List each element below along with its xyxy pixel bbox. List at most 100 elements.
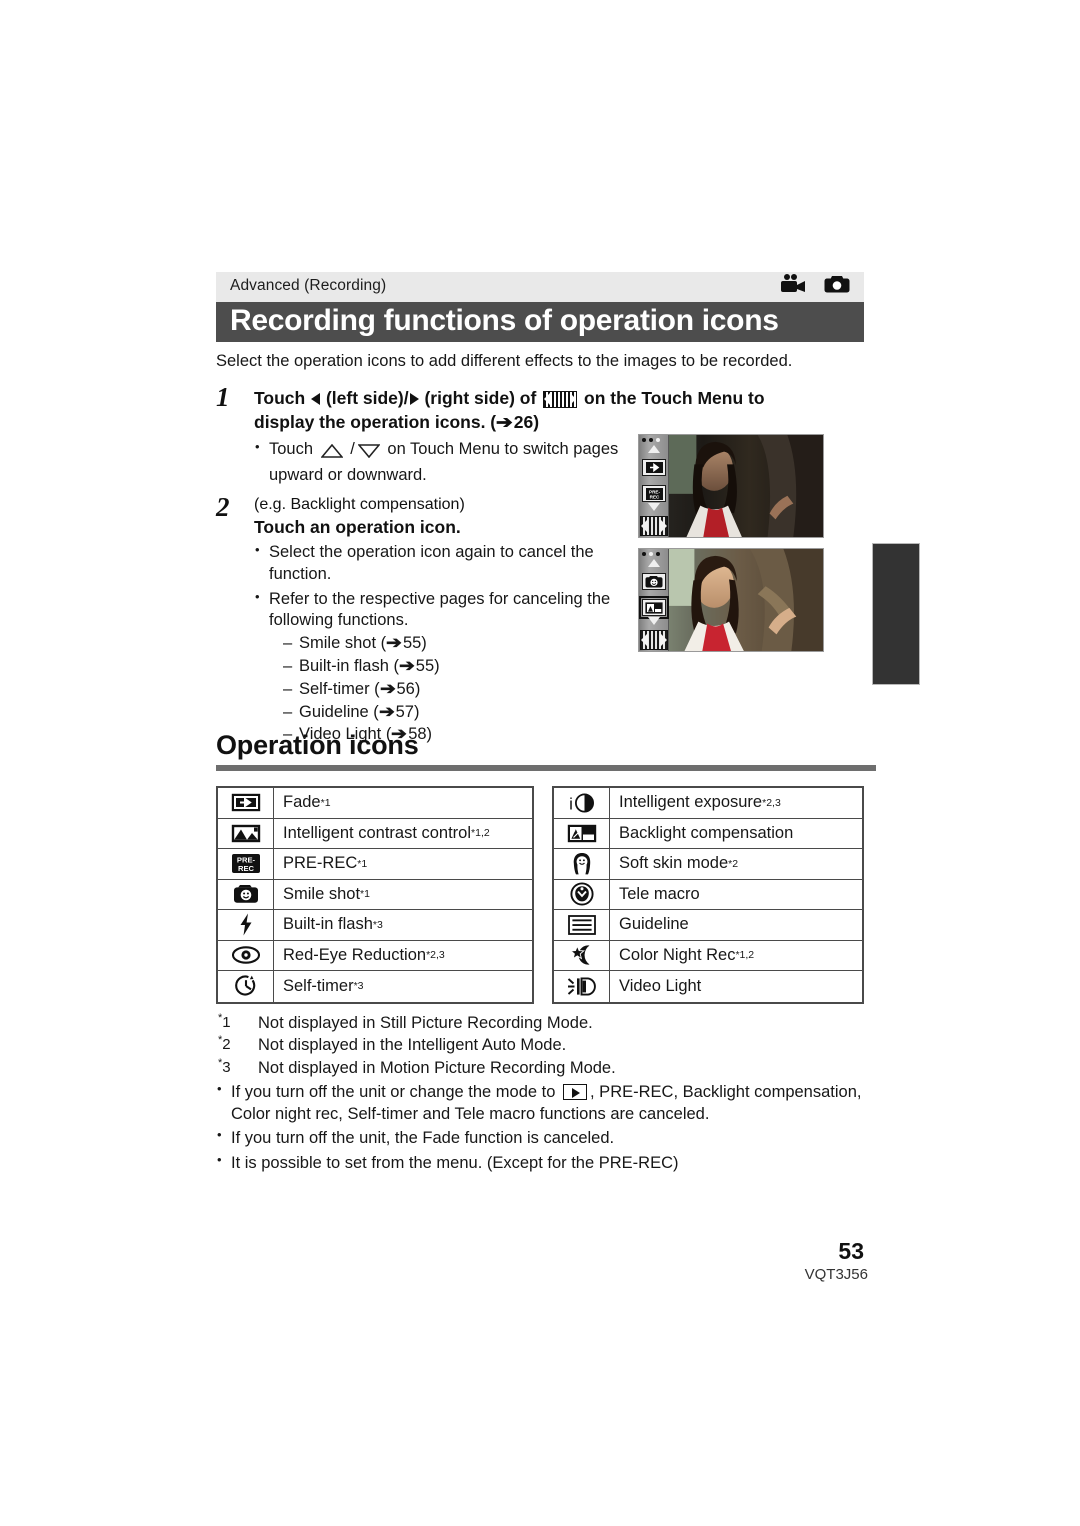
fade-icon xyxy=(218,788,274,818)
section-heading-block: Operation icons xyxy=(216,730,876,771)
step-2: 2 (e.g. Backlight compensation) Touch an… xyxy=(216,492,636,746)
bullet-text-post: on Touch Menu to switch pages xyxy=(387,440,619,459)
list-item: Guideline (➔57) xyxy=(269,702,636,724)
table-row: Guideline xyxy=(554,910,862,941)
touch-menu-screen-2 xyxy=(638,548,824,652)
bullet-text-pre: Touch xyxy=(269,440,314,459)
step-2-heading: Touch an operation icon. xyxy=(254,517,461,537)
chapter-bar: Advanced (Recording) xyxy=(216,272,864,302)
list-item: Built-in flash (➔55) xyxy=(269,656,636,678)
label-text: Tele macro xyxy=(619,884,700,903)
step-1-head-right: (right side) of xyxy=(424,388,537,408)
label-text: Red-Eye Reduction xyxy=(283,945,427,964)
step-2-subtitle: (e.g. Backlight compensation) xyxy=(254,496,465,513)
document-code: VQT3J56 xyxy=(804,1266,868,1283)
table-cell-label: Smile shot *1 xyxy=(283,884,370,903)
step-1-head-pre: Touch xyxy=(254,388,306,408)
intelligent-contrast-icon xyxy=(218,818,274,848)
page-dots xyxy=(642,438,660,442)
label-text: Self-timer xyxy=(283,976,354,995)
page-dot-active xyxy=(656,438,660,442)
smile-shot-icon xyxy=(645,576,663,588)
table-row: Backlight compensation xyxy=(554,818,862,849)
page-ref-arrow-icon: ➔ xyxy=(398,656,415,675)
touch-menu-panel[interactable] xyxy=(639,549,669,651)
tele-macro-icon xyxy=(554,879,610,909)
note-bullet: It is possible to set from the menu. (Ex… xyxy=(216,1152,896,1174)
self-timer-icon xyxy=(218,971,274,1002)
page-dots xyxy=(642,552,660,556)
footnote-1-text: Not displayed in Still Picture Recording… xyxy=(258,1014,593,1032)
bullet: Select the operation icon again to cance… xyxy=(254,541,636,586)
table-cell-label: Intelligent contrast control *1,2 xyxy=(283,823,490,842)
touch-menu-strip-icon[interactable] xyxy=(640,630,668,650)
dash-page: 55) xyxy=(402,634,427,653)
label-text: Fade xyxy=(283,793,321,812)
step-1-head-mid: on the Touch Menu to xyxy=(584,388,765,408)
page-dot xyxy=(642,438,646,442)
footnotes: *1 Not displayed in Still Picture Record… xyxy=(216,1012,896,1174)
footnote-2-text: Not displayed in the Intelligent Auto Mo… xyxy=(258,1036,567,1055)
dash-label: Self-timer ( xyxy=(299,679,380,698)
scroll-up-icon[interactable] xyxy=(648,445,660,453)
footnote-3-mark: *3 xyxy=(218,1056,231,1076)
bullet-text: Refer to the respective pages for cancel… xyxy=(269,589,611,608)
table-cell-label: Fade *1 xyxy=(283,793,331,812)
table-row: Tele macro xyxy=(554,879,862,910)
label-text: Intelligent exposure xyxy=(619,793,763,812)
label-text: PRE-REC xyxy=(283,854,358,873)
note-text: If you turn off the unit, the Fade funct… xyxy=(231,1129,615,1148)
table-cell-label: Soft skin mode *2 xyxy=(619,854,739,873)
touch-menu-panel[interactable]: PRE- REC xyxy=(639,435,669,537)
operation-icons-table-left: Fade *1 Intelligent contrast control *1,2 xyxy=(216,786,534,1004)
triangle-left-icon xyxy=(311,393,321,405)
svg-text:REC: REC xyxy=(649,494,659,499)
table-row: i Intelligent exposure *2,3 xyxy=(554,788,862,819)
page-ref-arrow-icon: ➔ xyxy=(378,702,395,721)
camcorder-icon xyxy=(780,274,806,298)
dash-label: Smile shot ( xyxy=(299,634,387,653)
section-rule xyxy=(216,765,876,771)
scroll-down-icon[interactable] xyxy=(648,503,660,511)
backlight-compensation-icon-button[interactable] xyxy=(639,596,669,619)
label-text: Guideline xyxy=(619,915,689,934)
table-row: PRE- REC PRE-REC *1 xyxy=(218,849,532,880)
page-dot-active xyxy=(649,552,653,556)
dash-page: 57) xyxy=(395,702,420,721)
smile-shot-icon xyxy=(218,879,274,909)
dash-label: Built-in flash ( xyxy=(299,656,399,675)
scroll-down-icon[interactable] xyxy=(648,617,660,625)
header-mode-icons xyxy=(780,274,850,298)
scroll-up-icon[interactable] xyxy=(648,559,660,567)
still-camera-icon xyxy=(824,274,850,298)
note-text-pre: If you turn off the unit or change the m… xyxy=(231,1083,556,1102)
step-1-head-line2: display the operation icons. ( xyxy=(254,412,497,433)
table-cell-label: Color Night Rec *1,2 xyxy=(619,945,755,964)
table-row: Fade *1 xyxy=(218,788,532,819)
color-night-rec-icon xyxy=(554,940,610,970)
page-dot xyxy=(656,552,660,556)
touch-menu-strip-icon xyxy=(543,391,578,408)
dash-page: 56) xyxy=(396,679,421,698)
list-item: Self-timer (➔56) xyxy=(269,679,636,701)
manual-page: Advanced (Recording) Recording functions… xyxy=(0,0,1080,1526)
playback-mode-icon xyxy=(563,1084,588,1101)
page-ref-arrow-icon: ➔ xyxy=(386,634,402,653)
label-text: Color Night Rec xyxy=(619,945,736,964)
table-row: Self-timer *3 xyxy=(218,971,532,1002)
footnote-2-mark: *2 xyxy=(218,1034,231,1054)
touch-menu-strip-icon[interactable] xyxy=(640,516,668,536)
pre-rec-icon-button[interactable]: PRE- REC xyxy=(642,485,666,502)
page-title-bar: Recording functions of operation icons xyxy=(216,302,864,342)
touch-menu-screen-1: PRE- REC xyxy=(638,434,824,538)
fade-icon-button[interactable] xyxy=(642,459,666,476)
video-light-icon xyxy=(554,971,610,1002)
table-row: Built-in flash *3 xyxy=(218,910,532,941)
table-row: Red-Eye Reduction *2,3 xyxy=(218,940,532,971)
smile-shot-icon-button[interactable] xyxy=(642,573,666,590)
table-cell-label: Red-Eye Reduction *2,3 xyxy=(283,945,445,964)
note-text-post: , PRE-REC, Backlight compensation, xyxy=(590,1083,862,1102)
table-cell-label: Guideline xyxy=(610,910,862,940)
label-text: Video Light xyxy=(619,976,702,995)
svg-text:i: i xyxy=(569,794,573,813)
